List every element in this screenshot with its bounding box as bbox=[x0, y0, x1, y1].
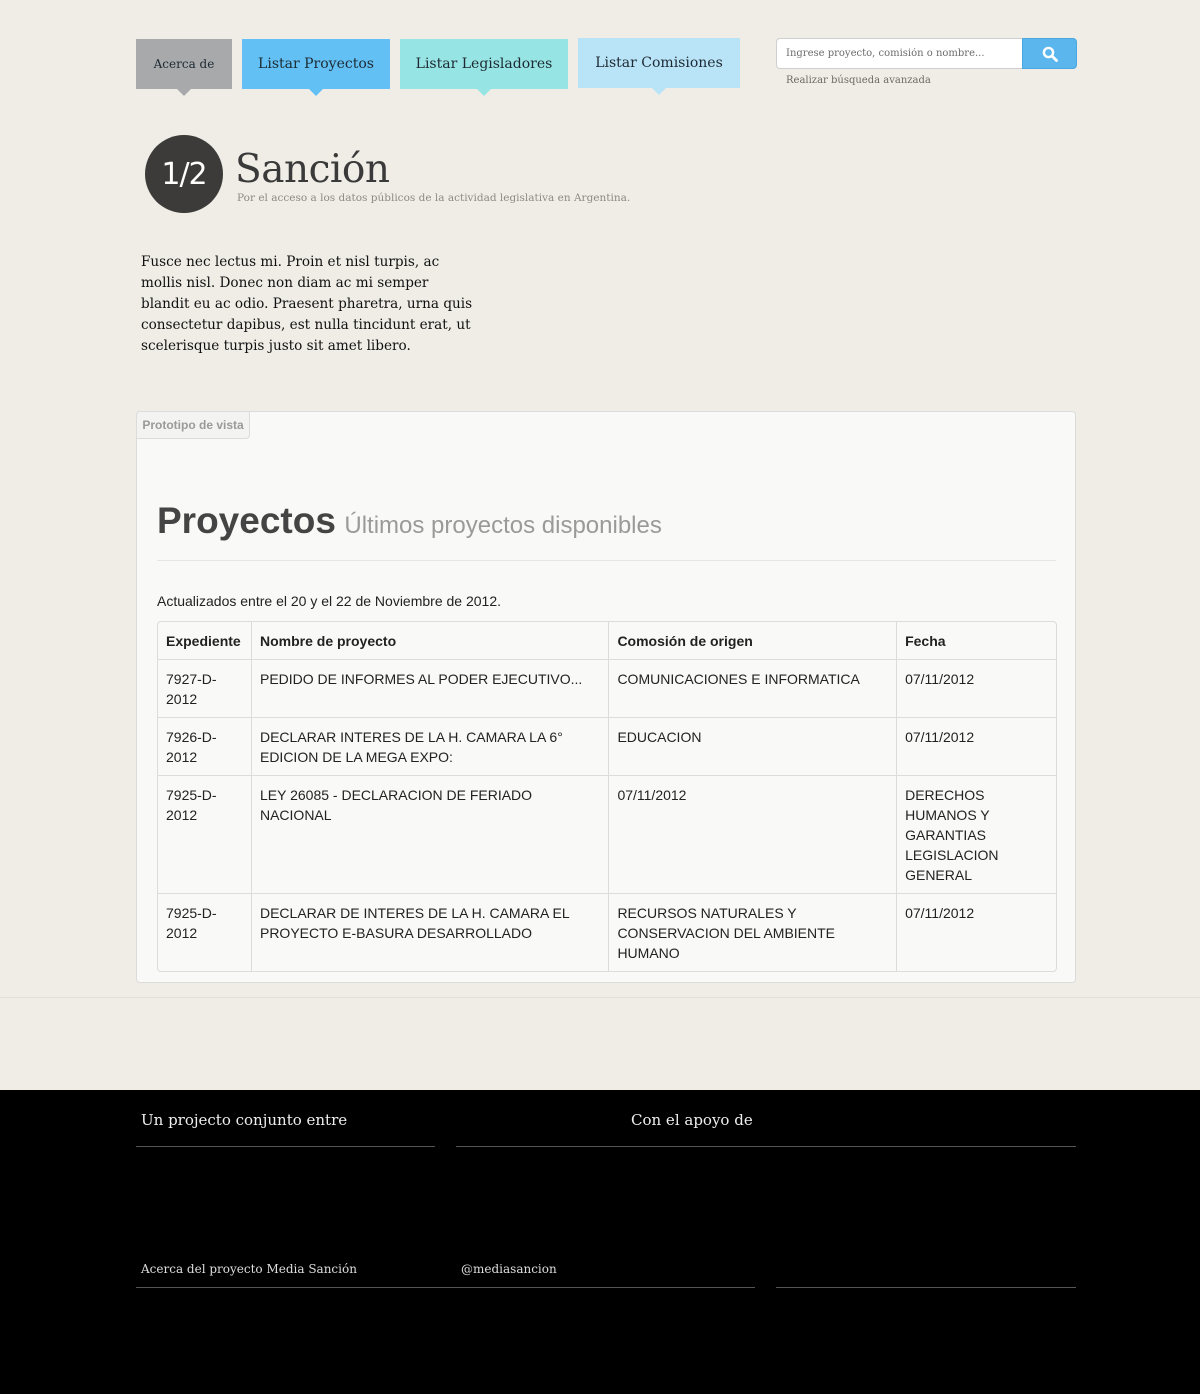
search-icon bbox=[1042, 46, 1058, 62]
cell-expediente: 7925-D-2012 bbox=[158, 893, 251, 971]
column-header-expediente[interactable]: Expediente bbox=[158, 622, 251, 659]
footer-partners-heading: Un projecto conjunto entre bbox=[141, 1111, 348, 1129]
footer: Un projecto conjunto entre Con el apoyo … bbox=[0, 1090, 1200, 1394]
cell-nombre[interactable]: PEDIDO DE INFORMES AL PODER EJECUTIVO... bbox=[250, 659, 609, 717]
page-subtitle: Últimos proyectos disponibles bbox=[344, 512, 662, 539]
cell-nombre[interactable]: DECLARAR DE INTERES DE LA H. CAMARA EL P… bbox=[250, 893, 609, 971]
nav-tab-projects[interactable]: Listar Proyectos bbox=[242, 39, 390, 96]
prototype-panel: Prototipo de vista Proyectos Últimos pro… bbox=[136, 411, 1076, 983]
cell-fecha: DERECHOS HUMANOS Y GARANTIAS LEGISLACION… bbox=[896, 775, 1056, 893]
projects-table: Expediente Nombre de proyecto Comosión d… bbox=[157, 621, 1057, 972]
cell-nombre[interactable]: LEY 26085 - DECLARACION DE FERIADO NACIO… bbox=[250, 775, 609, 893]
page-heading: Proyectos Últimos proyectos disponibles bbox=[157, 500, 662, 542]
cell-fecha: 07/11/2012 bbox=[896, 893, 1056, 971]
heading-divider bbox=[157, 560, 1056, 561]
cell-fecha: 07/11/2012 bbox=[896, 717, 1056, 775]
table-header-row: Expediente Nombre de proyecto Comosión d… bbox=[158, 622, 1056, 659]
cell-comision: RECURSOS NATURALES Y CONSERVACION DEL AM… bbox=[608, 893, 897, 971]
page-title: Proyectos bbox=[157, 500, 336, 541]
panel-label: Prototipo de vista bbox=[136, 411, 250, 439]
table-row[interactable]: 7926-D-2012 DECLARAR INTERES DE LA H. CA… bbox=[158, 717, 1056, 775]
footer-support-heading: Con el apoyo de bbox=[631, 1111, 753, 1129]
footer-divider bbox=[136, 1287, 755, 1288]
footer-divider bbox=[136, 1146, 435, 1147]
nav-tab-about[interactable]: Acerca de bbox=[136, 39, 232, 96]
nav-tab-commissions[interactable]: Listar Comisiones bbox=[578, 38, 740, 95]
content-divider bbox=[0, 997, 1200, 998]
footer-twitter-link[interactable]: @mediasancion bbox=[461, 1262, 557, 1276]
cell-expediente: 7926-D-2012 bbox=[158, 717, 251, 775]
cell-fecha: 07/11/2012 bbox=[896, 659, 1056, 717]
cell-expediente: 7927-D-2012 bbox=[158, 659, 251, 717]
column-header-comision[interactable]: Comosión de origen bbox=[608, 622, 896, 659]
updated-note: Actualizados entre el 20 y el 22 de Novi… bbox=[157, 593, 501, 609]
site-title: Sanción bbox=[235, 147, 390, 192]
search-button[interactable] bbox=[1022, 38, 1077, 69]
nav-tab-legislators[interactable]: Listar Legisladores bbox=[400, 39, 568, 96]
site-tagline: Por el acceso a los datos públicos de la… bbox=[237, 192, 631, 204]
column-header-nombre[interactable]: Nombre de proyecto bbox=[250, 622, 608, 659]
table-row[interactable]: 7925-D-2012 DECLARAR DE INTERES DE LA H.… bbox=[158, 893, 1056, 971]
footer-about-link[interactable]: Acerca del proyecto Media Sanción bbox=[141, 1262, 357, 1276]
search-bar bbox=[776, 38, 1077, 69]
advanced-search-link[interactable]: Realizar búsqueda avanzada bbox=[786, 75, 931, 86]
table-row[interactable]: 7925-D-2012 LEY 26085 - DECLARACION DE F… bbox=[158, 775, 1056, 893]
intro-text: Fusce nec lectus mi. Proin et nisl turpi… bbox=[141, 254, 473, 354]
footer-divider bbox=[776, 1287, 1076, 1288]
search-input[interactable] bbox=[776, 38, 1026, 69]
column-header-fecha[interactable]: Fecha bbox=[896, 622, 1056, 659]
cell-nombre[interactable]: DECLARAR INTERES DE LA H. CAMARA LA 6° E… bbox=[250, 717, 609, 775]
cell-comision: COMUNICACIONES E INFORMATICA bbox=[608, 659, 897, 717]
footer-divider bbox=[456, 1146, 1076, 1147]
table-row[interactable]: 7927-D-2012 PEDIDO DE INFORMES AL PODER … bbox=[158, 659, 1056, 717]
cell-expediente: 7925-D-2012 bbox=[158, 775, 251, 893]
cell-comision: 07/11/2012 bbox=[608, 775, 897, 893]
site-logo[interactable]: 1/2 bbox=[145, 135, 223, 213]
cell-comision: EDUCACION bbox=[608, 717, 897, 775]
